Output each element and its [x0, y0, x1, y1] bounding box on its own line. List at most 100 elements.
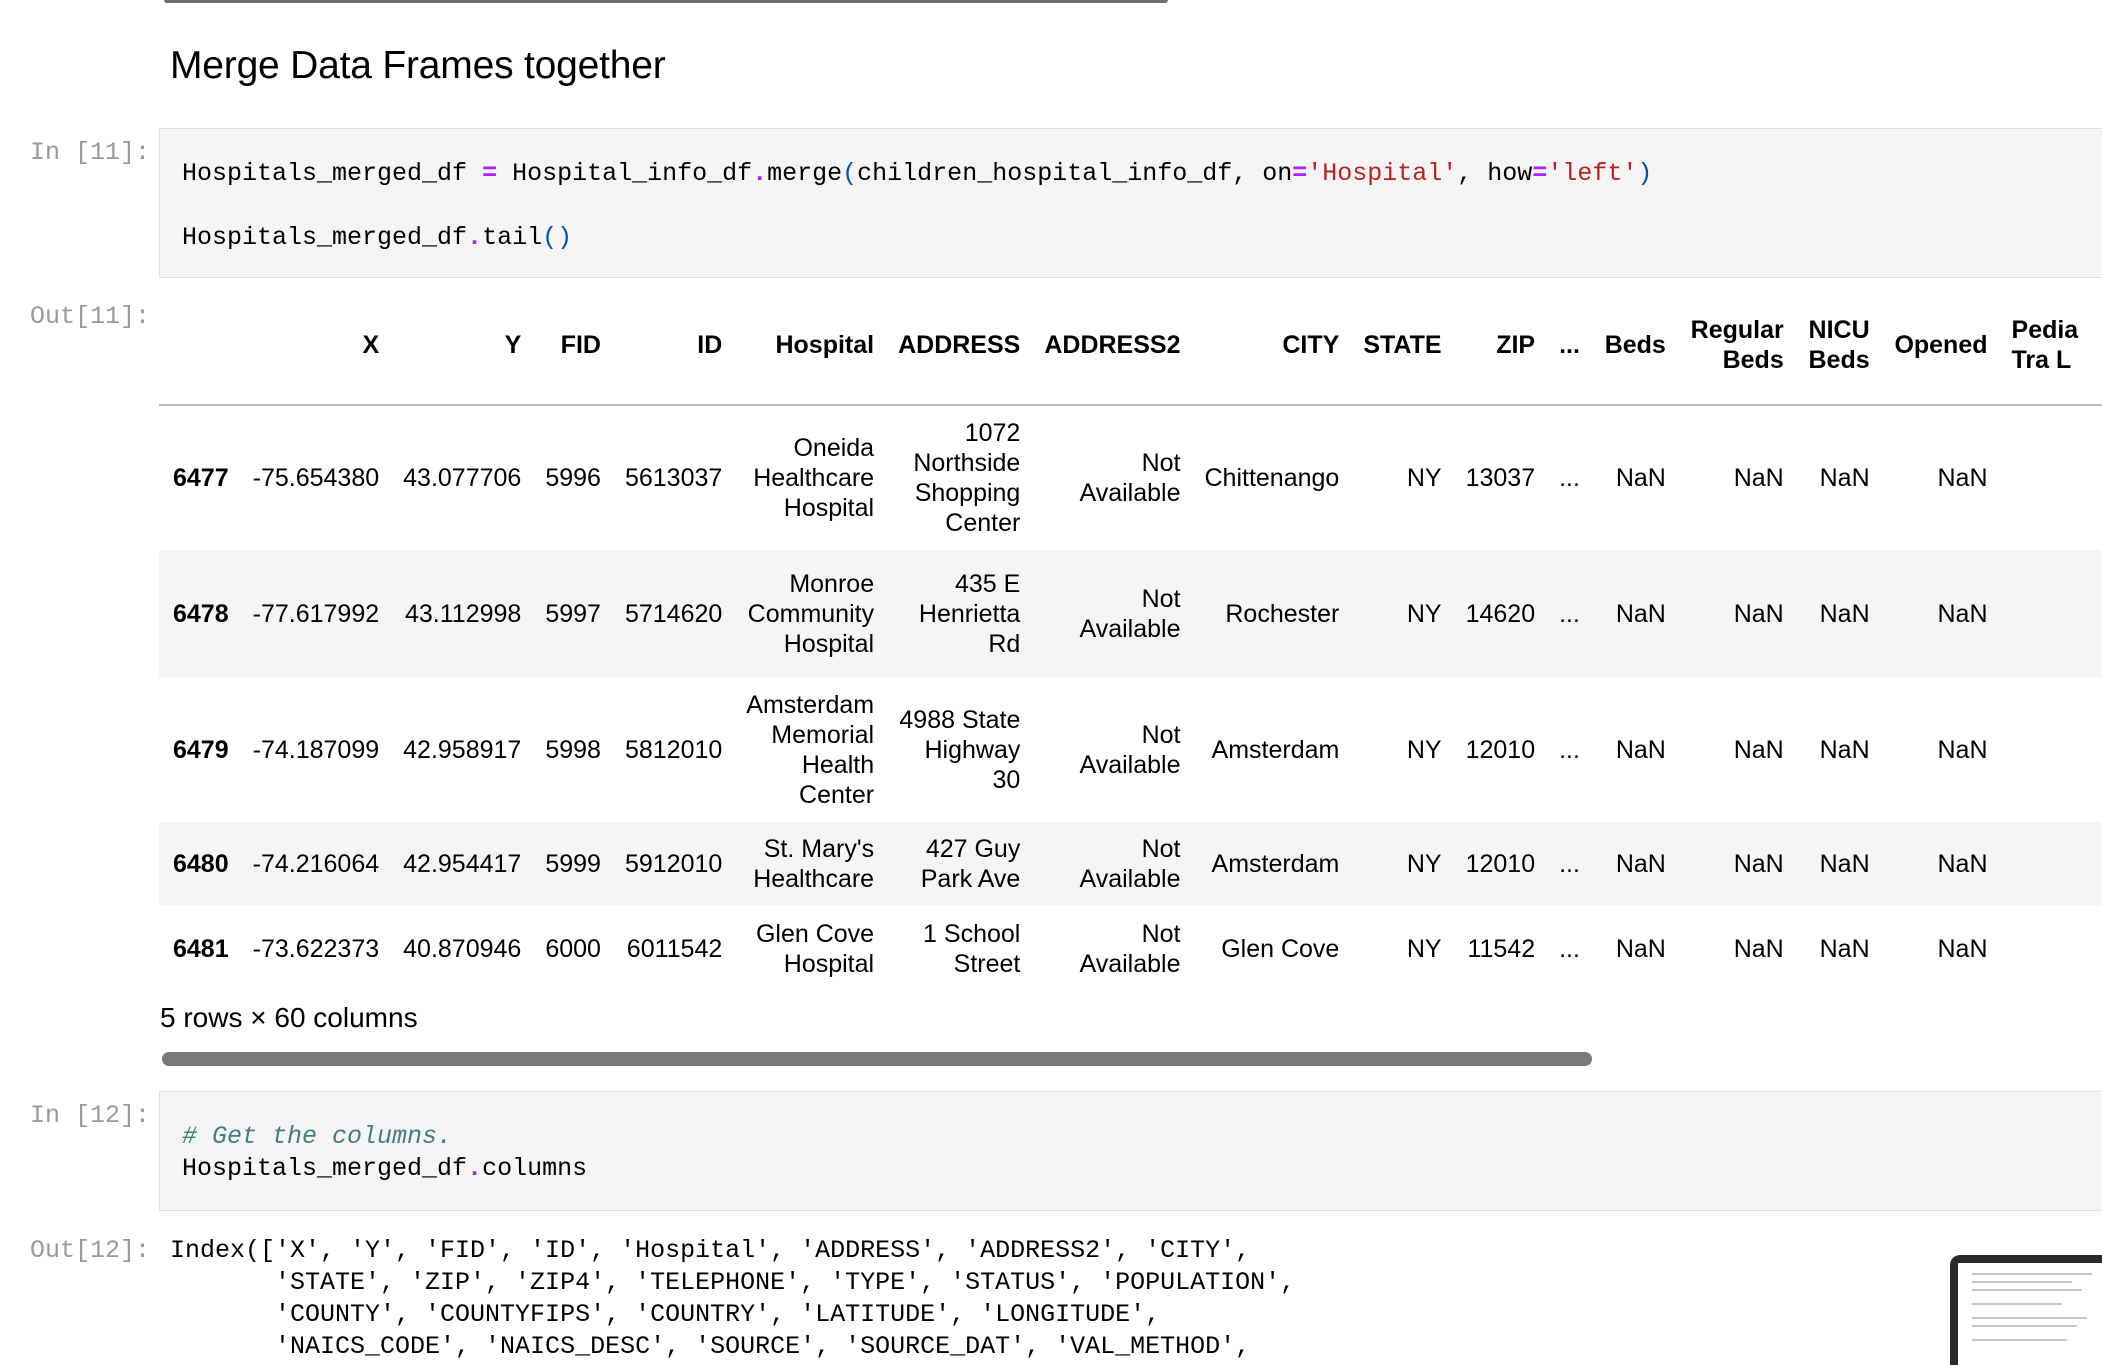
- table-cell: NaN: [1615, 599, 1666, 628]
- code-line-merge: Hospitals_merged_df = Hospital_info_df.m…: [182, 159, 1653, 188]
- table-cell: NaN: [1937, 849, 1988, 878]
- table-cell: St. Mary's Healthcare: [753, 834, 875, 893]
- table-cell: NaN: [1615, 934, 1666, 963]
- previous-output-scrollbar[interactable]: [164, 0, 1168, 3]
- screenshot-thumbnail-preview[interactable]: [1950, 1255, 2102, 1365]
- table-cell: 1072 Northside Shopping Center: [913, 419, 1021, 537]
- table-cell: [2000, 405, 2102, 550]
- table-cell: Amsterdam Memorial Health Center: [746, 690, 875, 809]
- thumbnail-line: [1972, 1317, 2087, 1319]
- table-cell: Not Available: [1079, 449, 1181, 507]
- column-header: CITY: [1192, 286, 1352, 406]
- table-cell: NaN: [1819, 849, 1870, 878]
- table-cell: NY: [1406, 735, 1442, 764]
- table-cell: 5997: [545, 599, 601, 628]
- dataframe-shape-summary: 5 rows × 60 columns: [160, 1002, 418, 1033]
- row-index: 6477: [173, 464, 229, 492]
- column-header: Pedia Tra L: [1999, 286, 2102, 406]
- table-cell: NaN: [1937, 934, 1988, 963]
- table-cell: 5714620: [624, 599, 723, 628]
- table-cell: 43.112998: [405, 599, 522, 628]
- column-header: Y: [391, 286, 534, 406]
- output-horizontal-scrollbar[interactable]: [162, 1052, 1592, 1066]
- table-cell: 6000: [545, 934, 601, 963]
- table-cell: -73.622373: [252, 934, 380, 963]
- row-index: 6481: [173, 934, 229, 963]
- table-cell: 5996: [545, 464, 601, 492]
- code-cell-12[interactable]: # Get the columns. Hospitals_merged_df.c…: [159, 1091, 2102, 1211]
- scrollbar-thumb[interactable]: [162, 1052, 1592, 1066]
- column-header: FID: [533, 286, 613, 406]
- table-cell: NaN: [1937, 735, 1988, 764]
- table-cell: Monroe Community Hospital: [747, 569, 875, 658]
- table-cell: [2000, 905, 2102, 992]
- column-header: NICU Beds: [1795, 286, 1882, 406]
- thumbnail-line: [1972, 1325, 2077, 1327]
- table-cell: 43.077706: [403, 464, 522, 492]
- table-cell: -74.216064: [252, 849, 380, 878]
- code-cell-11[interactable]: Hospitals_merged_df = Hospital_info_df.m…: [159, 128, 2102, 278]
- table-cell: 1 School Street: [923, 919, 1021, 978]
- row-index: 6479: [173, 735, 229, 764]
- table-cell: NaN: [1615, 464, 1666, 492]
- cell-prompt-out-11: Out[11]:: [29, 302, 150, 331]
- table-cell: NaN: [1733, 849, 1784, 878]
- table-cell: Chittenango: [1204, 464, 1340, 492]
- table-cell: Not Available: [1079, 919, 1181, 978]
- index-header: [159, 286, 241, 406]
- column-header: STATE: [1351, 286, 1454, 406]
- table-cell: ...: [1559, 464, 1580, 492]
- table-cell: 12010: [1465, 849, 1536, 878]
- column-header: ADDRESS: [886, 286, 1033, 406]
- row-index: 6478: [173, 599, 229, 628]
- table-cell: NaN: [1819, 934, 1870, 963]
- thumbnail-line: [1972, 1273, 2092, 1275]
- section-heading: Merge Data Frames together: [170, 44, 666, 87]
- table-cell: ...: [1559, 934, 1580, 963]
- code-comment: # Get the columns.: [182, 1122, 453, 1151]
- table-cell: NaN: [1733, 735, 1784, 764]
- table-cell: NaN: [1733, 464, 1784, 492]
- cell-prompt-in-12: In [12]:: [29, 1101, 150, 1130]
- row-index: 6480: [173, 849, 229, 878]
- table-row: 6478 -77.617992 43.112998 5997 5714620 M…: [159, 550, 2102, 677]
- table-cell: NY: [1406, 934, 1442, 963]
- table-cell: Rochester: [1225, 599, 1340, 628]
- dataframe-table: X Y FID ID Hospital ADDRESS ADDRESS2 CIT…: [159, 286, 2102, 992]
- table-cell: Amsterdam: [1211, 735, 1340, 764]
- table-cell: 13037: [1465, 464, 1536, 492]
- table-cell: Glen Cove: [1221, 934, 1340, 963]
- table-cell: 42.954417: [403, 849, 522, 878]
- thumbnail-line: [1972, 1281, 2072, 1283]
- column-header: Hospital: [734, 286, 887, 406]
- table-cell: Amsterdam: [1211, 849, 1340, 878]
- table-cell: ...: [1559, 849, 1580, 878]
- table-cell: -75.654380: [252, 464, 380, 492]
- thumbnail-line: [1972, 1303, 2062, 1305]
- table-cell: Oneida Healthcare Hospital: [753, 434, 875, 522]
- table-cell: 427 Guy Park Ave: [920, 834, 1021, 893]
- table-cell: -74.187099: [252, 735, 380, 764]
- column-header: ID: [612, 286, 735, 406]
- column-header: Regular Beds: [1677, 286, 1796, 406]
- table-cell: Not Available: [1079, 834, 1181, 893]
- table-row: 6480 -74.216064 42.954417 5999 5912010 S…: [159, 822, 2102, 905]
- table-row: 6481 -73.622373 40.870946 6000 6011542 G…: [159, 905, 2102, 992]
- column-header: Opened: [1881, 286, 2000, 406]
- table-cell: NaN: [1733, 599, 1784, 628]
- table-cell: NaN: [1615, 849, 1666, 878]
- table-cell: 40.870946: [403, 934, 522, 963]
- table-cell: NaN: [1819, 599, 1870, 628]
- table-cell: 5812010: [624, 735, 723, 764]
- table-cell: ...: [1559, 599, 1580, 628]
- table-cell: Glen Cove Hospital: [755, 919, 875, 978]
- code-line-tail: Hospitals_merged_df.tail(): [182, 223, 573, 252]
- table-cell: 5912010: [624, 849, 723, 878]
- cell-prompt-out-12: Out[12]:: [29, 1236, 150, 1265]
- output-line: 'NAICS_CODE', 'NAICS_DESC', 'SOURCE', 'S…: [170, 1332, 1251, 1361]
- table-cell: Not Available: [1079, 720, 1181, 779]
- output-line: Index(['X', 'Y', 'FID', 'ID', 'Hospital'…: [170, 1236, 1251, 1265]
- table-cell: Not Available: [1079, 584, 1181, 643]
- table-cell: NaN: [1819, 735, 1870, 764]
- thumbnail-line: [1972, 1289, 2082, 1291]
